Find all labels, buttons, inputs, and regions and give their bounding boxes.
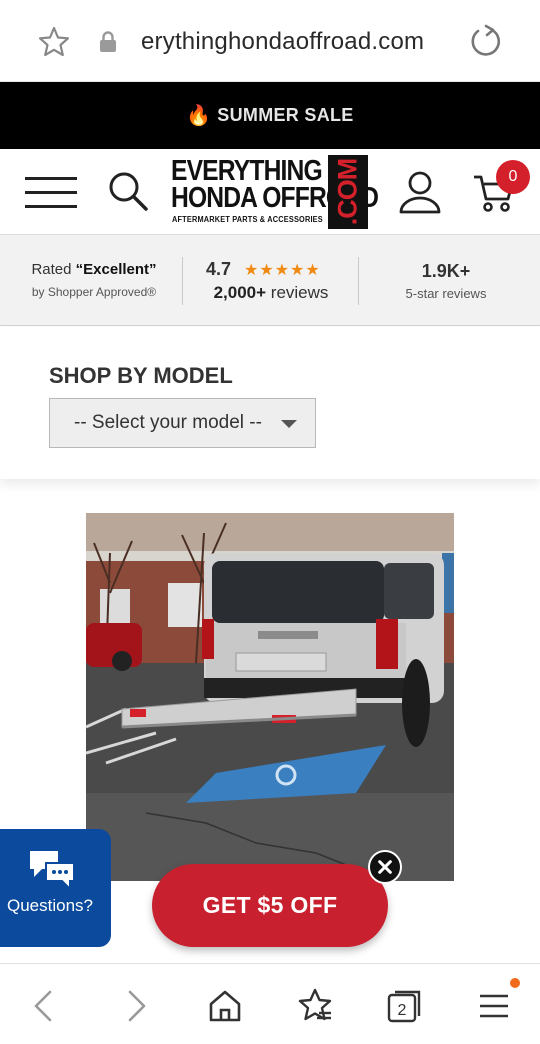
rated-prefix: Rated bbox=[31, 261, 76, 278]
svg-text:2: 2 bbox=[398, 1002, 407, 1019]
site-header: EVERYTHING HONDA OFFROAD AFTERMARKET PAR… bbox=[0, 149, 540, 234]
reviews-word: reviews bbox=[266, 283, 329, 302]
rating-score[interactable]: 4.7 ★★★★★ 2,000+ reviews bbox=[186, 235, 356, 327]
browser-address-bar: erythinghondaoffroad.com bbox=[0, 0, 540, 82]
shop-by-model-section: SHOP BY MODEL -- Select your model -- bbox=[0, 327, 540, 479]
logo-tagline: AFTERMARKET PARTS & ACCESSORIES bbox=[172, 215, 323, 224]
ratings-strip: Rated “Excellent” by Shopper Approved® 4… bbox=[0, 234, 540, 326]
search-icon[interactable] bbox=[106, 169, 150, 213]
score-value: 4.7 bbox=[206, 259, 232, 279]
divider bbox=[182, 257, 183, 305]
lock-icon bbox=[100, 31, 116, 52]
home-icon[interactable] bbox=[205, 986, 245, 1026]
model-select[interactable]: -- Select your model -- bbox=[49, 398, 316, 448]
menu-icon[interactable] bbox=[474, 986, 514, 1026]
sale-text: SUMMER SALE bbox=[217, 105, 354, 125]
rating-five-star: 1.9K+ 5-star reviews bbox=[362, 235, 530, 327]
fire-icon: 🔥 bbox=[186, 105, 212, 127]
shop-by-model-title: SHOP BY MODEL bbox=[49, 363, 233, 388]
reload-icon[interactable] bbox=[468, 24, 504, 60]
hamburger-menu-icon[interactable] bbox=[25, 177, 77, 209]
rating-excellent: Rated “Excellent” by Shopper Approved® bbox=[14, 235, 174, 327]
back-icon[interactable] bbox=[24, 986, 64, 1026]
bookmark-star-icon[interactable] bbox=[37, 25, 71, 59]
logo-com-block: .COM bbox=[328, 155, 368, 229]
cart-count-badge[interactable]: 0 bbox=[496, 160, 530, 194]
get-5-off-button[interactable]: GET $5 OFF bbox=[152, 864, 388, 947]
questions-chat-button[interactable]: Questions? bbox=[0, 829, 111, 947]
bookmarks-icon[interactable] bbox=[295, 986, 335, 1026]
rated-text: Rated “Excellent” bbox=[14, 261, 174, 278]
account-icon[interactable] bbox=[398, 169, 442, 215]
tabs-icon[interactable]: 2 bbox=[385, 986, 425, 1026]
chat-bubble-icon bbox=[30, 851, 75, 891]
questions-label: Questions? bbox=[7, 896, 93, 915]
reviews-number: 2,000+ bbox=[213, 283, 267, 302]
product-image[interactable] bbox=[86, 513, 454, 881]
shopper-approved-text: by Shopper Approved® bbox=[31, 285, 157, 299]
forward-icon[interactable] bbox=[116, 986, 156, 1026]
reviews-count: 2,000+ reviews bbox=[186, 283, 356, 303]
promo-label: GET $5 OFF bbox=[202, 892, 338, 918]
five-star-label: 5-star reviews bbox=[405, 286, 487, 301]
logo-com: .COM bbox=[332, 158, 363, 226]
summer-sale-banner[interactable]: 🔥 SUMMER SALE bbox=[0, 82, 540, 149]
chevron-down-icon[interactable] bbox=[281, 420, 297, 428]
notification-dot bbox=[510, 978, 520, 988]
star-rating-icon: ★★★★★ bbox=[244, 262, 321, 279]
close-icon[interactable] bbox=[368, 850, 402, 884]
site-logo[interactable]: EVERYTHING HONDA OFFROAD AFTERMARKET PAR… bbox=[168, 153, 379, 231]
five-star-count: 1.9K+ bbox=[421, 261, 471, 281]
browser-bottom-nav: 2 bbox=[0, 963, 540, 1044]
divider bbox=[358, 257, 359, 305]
rated-value: “Excellent” bbox=[75, 261, 157, 278]
url-text[interactable]: erythinghondaoffroad.com bbox=[141, 28, 424, 56]
